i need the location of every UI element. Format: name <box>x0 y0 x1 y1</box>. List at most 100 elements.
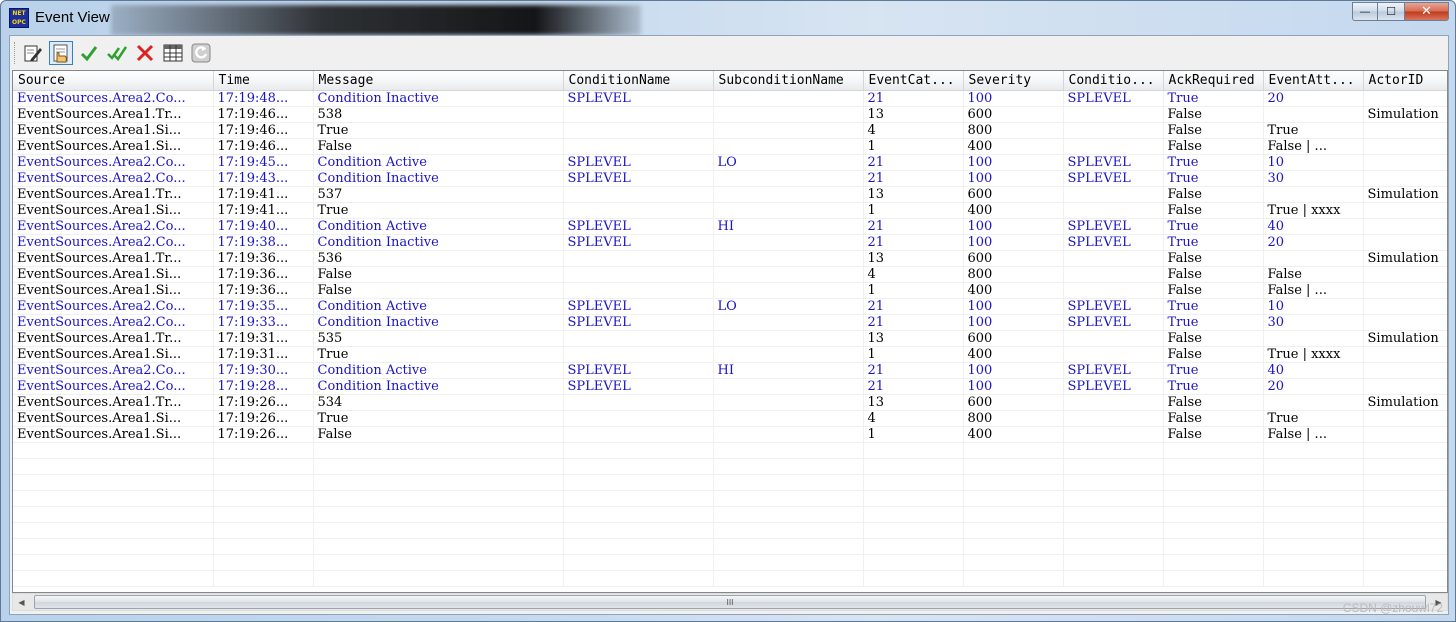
cell-actor-id <box>1363 234 1447 251</box>
cell-actor-id <box>1363 362 1447 379</box>
event-grid[interactable]: Source Time Message ConditionName Subconditi… <box>12 70 1448 593</box>
table-row[interactable]: EventSources.Area2.Co... 17:19:48... Condi… <box>13 90 1447 107</box>
table-row[interactable]: EventSources.Area1.Si... 17:19:41... True 1… <box>13 202 1447 219</box>
cell-event-category: 1 <box>863 426 964 443</box>
empty-cell <box>1063 506 1164 523</box>
empty-cell <box>713 442 864 459</box>
column-header-event-category[interactable]: EventCat... <box>863 71 964 91</box>
table-row[interactable]: EventSources.Area2.Co... 17:19:38... Condi… <box>13 234 1447 251</box>
column-header-source[interactable]: Source <box>13 71 214 91</box>
table-row[interactable]: EventSources.Area1.Si... 17:19:26... True 4… <box>13 410 1447 427</box>
delete-x-icon <box>136 44 154 61</box>
table-row[interactable]: EventSources.Area1.Tr... 17:19:41... 537 13… <box>13 186 1447 203</box>
cell-ack-required: False <box>1163 394 1264 411</box>
cell-condition: SPLEVEL <box>1063 234 1164 251</box>
column-header-message[interactable]: Message <box>313 71 564 91</box>
table-row[interactable]: EventSources.Area1.Si... 17:19:36... False… <box>13 266 1447 283</box>
table-row[interactable]: EventSources.Area1.Tr... 17:19:31... 535 13… <box>13 330 1447 347</box>
cell-ack-required: False <box>1163 282 1264 299</box>
table-row[interactable]: EventSources.Area1.Tr... 17:19:36... 536 13… <box>13 250 1447 267</box>
acknowledge-button[interactable] <box>77 41 101 65</box>
table-row[interactable]: EventSources.Area1.Si... 17:19:46... False… <box>13 138 1447 155</box>
cell-event-attributes: False | ... <box>1263 138 1364 155</box>
empty-row <box>13 474 1447 491</box>
cell-time: 17:19:31... <box>213 346 314 363</box>
table-row[interactable]: EventSources.Area2.Co... 17:19:35... Condi… <box>13 298 1447 315</box>
cell-actor-id: Simulation <box>1363 106 1447 123</box>
cell-condition: SPLEVEL <box>1063 314 1164 331</box>
empty-cell <box>963 538 1064 555</box>
empty-cell <box>1063 522 1164 539</box>
column-header-ack-required[interactable]: AckRequired <box>1163 71 1264 91</box>
cell-event-category: 21 <box>863 170 964 187</box>
toolbar-grip[interactable] <box>14 41 17 64</box>
table-row[interactable]: EventSources.Area2.Co... 17:19:28... Condi… <box>13 378 1447 395</box>
table-row[interactable]: EventSources.Area1.Tr... 17:19:46... 538 13… <box>13 106 1447 123</box>
thumb-grip: III <box>726 597 734 607</box>
table-row[interactable]: EventSources.Area2.Co... 17:19:30... Condi… <box>13 362 1447 379</box>
cell-condition-name <box>563 426 714 443</box>
table-row[interactable]: EventSources.Area1.Si... 17:19:31... True 1… <box>13 346 1447 363</box>
empty-cell <box>1163 570 1264 587</box>
scroll-left-arrow-icon[interactable]: ◀ <box>13 594 30 610</box>
net-opc-app-icon: NET OPC <box>9 8 29 28</box>
table-row[interactable]: EventSources.Area2.Co... 17:19:43... Condi… <box>13 170 1447 187</box>
cell-event-category: 1 <box>863 138 964 155</box>
edit-button[interactable] <box>21 41 45 65</box>
empty-cell <box>1263 474 1364 491</box>
caption-buttons: — ☐ ✕ <box>1352 2 1449 21</box>
cell-actor-id <box>1363 410 1447 427</box>
column-header-time[interactable]: Time <box>213 71 314 91</box>
close-button[interactable]: ✕ <box>1404 2 1449 21</box>
empty-cell <box>1363 538 1447 555</box>
column-header-condition[interactable]: Conditio... <box>1063 71 1164 91</box>
cell-time: 17:19:41... <box>213 186 314 203</box>
column-header-actor-id[interactable]: ActorID <box>1363 71 1447 91</box>
cell-source: EventSources.Area1.Tr... <box>13 250 214 267</box>
column-header-subcondition-name[interactable]: SubconditionName <box>713 71 864 91</box>
cell-subcondition-name <box>713 202 864 219</box>
cell-condition-name <box>563 186 714 203</box>
delete-button[interactable] <box>133 41 157 65</box>
table-row[interactable]: EventSources.Area2.Co... 17:19:40... Condi… <box>13 218 1447 235</box>
empty-cell <box>863 570 964 587</box>
scroll-thumb[interactable]: III <box>34 595 1426 609</box>
empty-cell <box>863 522 964 539</box>
cell-ack-required: True <box>1163 298 1264 315</box>
scroll-track[interactable]: III <box>30 594 1430 610</box>
table-row[interactable]: EventSources.Area1.Tr... 17:19:26... 534 13… <box>13 394 1447 411</box>
column-header-condition-name[interactable]: ConditionName <box>563 71 714 91</box>
cell-event-category: 21 <box>863 298 964 315</box>
table-row[interactable]: EventSources.Area1.Si... 17:19:36... False… <box>13 282 1447 299</box>
cell-subcondition-name <box>713 266 864 283</box>
columns-button[interactable] <box>161 41 185 65</box>
empty-row <box>13 442 1447 459</box>
table-row[interactable]: EventSources.Area2.Co... 17:19:33... Condi… <box>13 314 1447 331</box>
grid-body: EventSources.Area2.Co... 17:19:48... Condi… <box>13 90 1447 587</box>
cell-subcondition-name: HI <box>713 362 864 379</box>
table-row[interactable]: EventSources.Area1.Si... 17:19:26... False… <box>13 426 1447 443</box>
cell-time: 17:19:41... <box>213 202 314 219</box>
cell-condition-name <box>563 202 714 219</box>
refresh-button[interactable] <box>189 41 213 65</box>
table-row[interactable]: EventSources.Area2.Co... 17:19:45... Condi… <box>13 154 1447 171</box>
acknowledge-select-button[interactable] <box>49 40 73 65</box>
cell-severity: 100 <box>963 314 1064 331</box>
cell-message: Condition Active <box>313 298 564 315</box>
horizontal-scrollbar[interactable]: ◀ III ▶ <box>12 593 1448 611</box>
column-header-event-attributes[interactable]: EventAtt... <box>1263 71 1364 91</box>
table-row[interactable]: EventSources.Area1.Si... 17:19:46... True 4… <box>13 122 1447 139</box>
refresh-icon <box>191 43 211 62</box>
cell-subcondition-name <box>713 122 864 139</box>
empty-cell <box>213 522 314 539</box>
cell-condition-name <box>563 346 714 363</box>
acknowledge-all-button[interactable] <box>105 41 129 65</box>
cell-ack-required: False <box>1163 250 1264 267</box>
title-bar[interactable]: NET OPC Event View — ☐ ✕ <box>1 1 1455 35</box>
maximize-button[interactable]: ☐ <box>1378 2 1404 21</box>
column-header-severity[interactable]: Severity <box>963 71 1064 91</box>
empty-cell <box>1363 442 1447 459</box>
minimize-button[interactable]: — <box>1352 2 1378 21</box>
cell-time: 17:19:36... <box>213 250 314 267</box>
cell-condition-name <box>563 394 714 411</box>
